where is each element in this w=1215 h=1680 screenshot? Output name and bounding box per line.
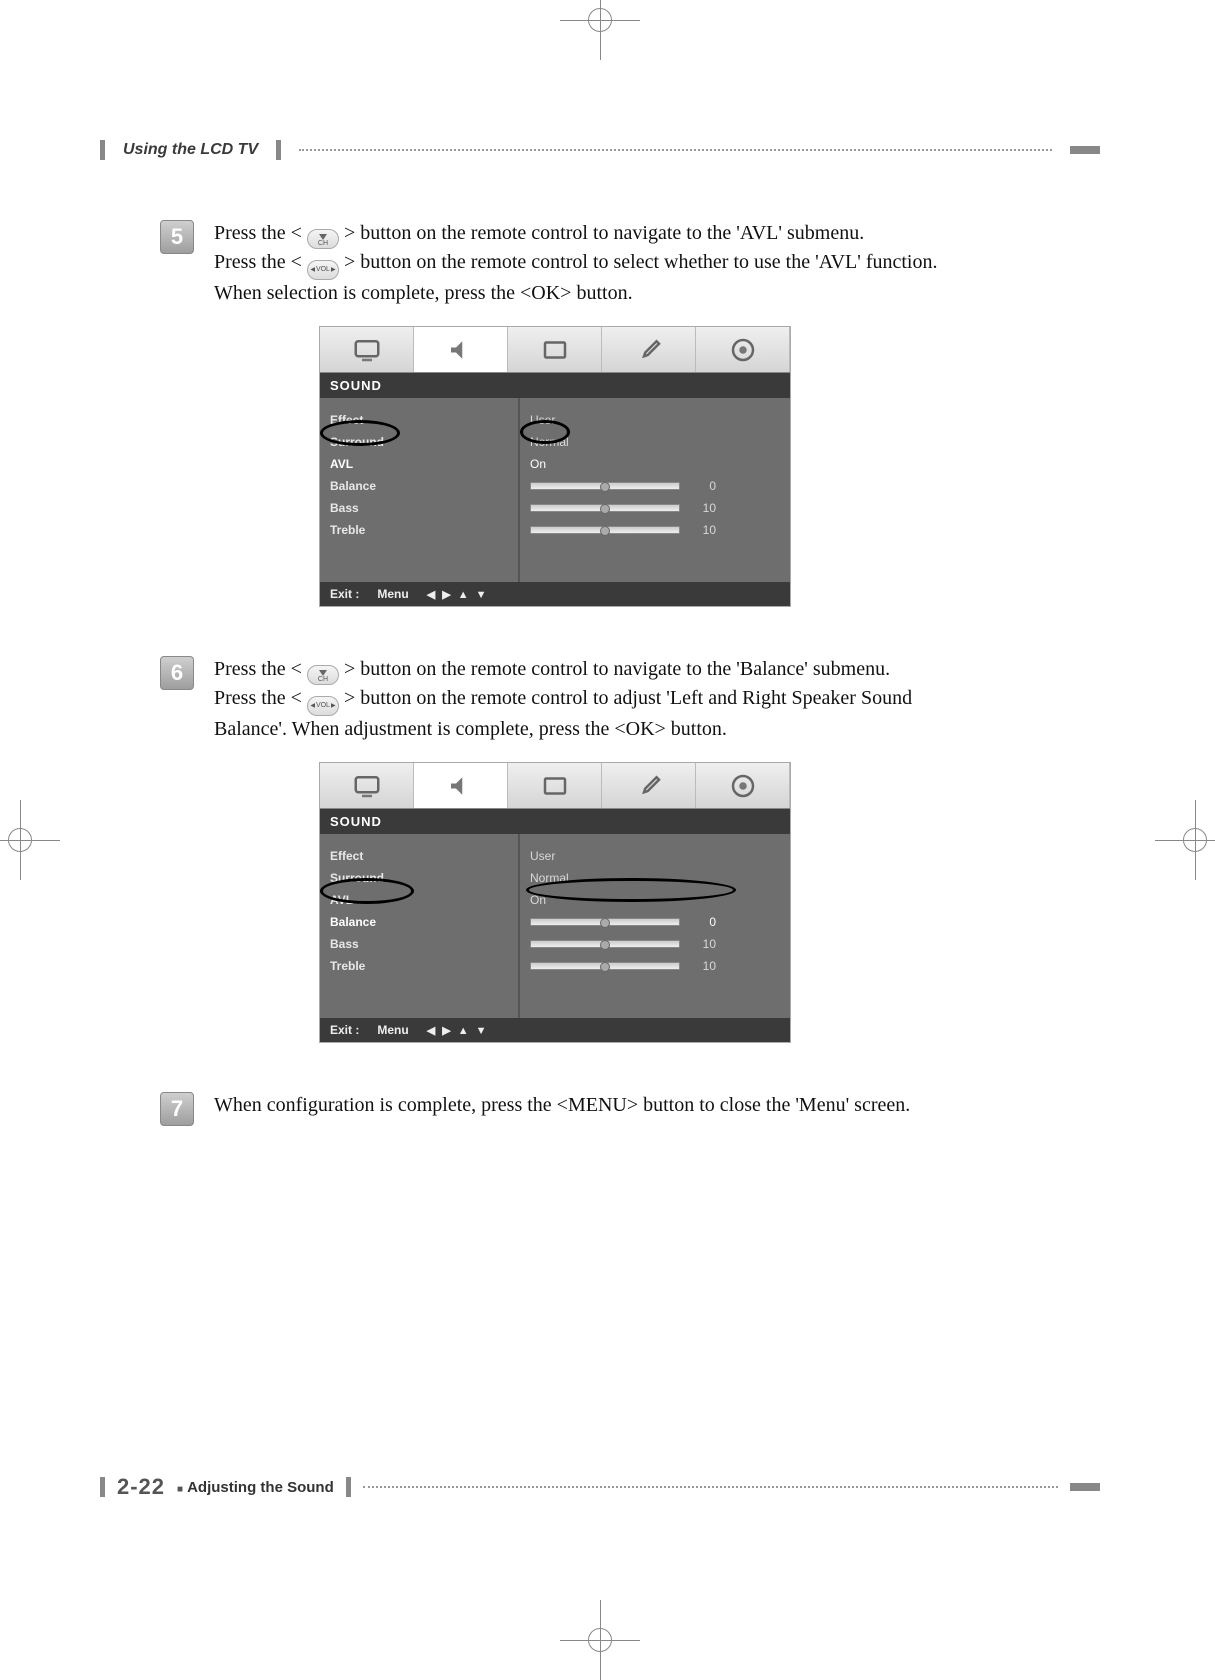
header-end-box <box>1070 146 1100 154</box>
crop-mark-right <box>1155 800 1215 880</box>
step-5: 5 Press the < CH > button on the remote … <box>160 220 1100 307</box>
osd-title: SOUND <box>320 373 790 398</box>
header-dotted-rule <box>299 149 1052 151</box>
osd-screenshot-balance: SOUND Effect Surround AVL Balance Bass T… <box>320 763 790 1042</box>
osd-slider-bass <box>530 504 680 512</box>
osd-item-avl-selected: AVL <box>330 457 508 471</box>
osd-title: SOUND <box>320 809 790 834</box>
crop-mark-left <box>0 800 60 880</box>
osd-footer-exit: Exit : <box>330 587 359 601</box>
vol-left-right-icon: VOL <box>307 696 339 716</box>
header-bar-left <box>100 140 105 160</box>
osd-value-effect: User <box>530 413 640 427</box>
footer-bar-left <box>100 1477 105 1497</box>
osd-tab-channel-icon <box>508 327 602 372</box>
step-5-line2a: Press the < <box>214 251 302 273</box>
osd-footer-arrows-icon: ◀ ▶ ▲ ▼ <box>427 1024 489 1037</box>
osd-num-balance: 0 <box>690 915 716 929</box>
osd-item-balance: Balance <box>330 479 508 493</box>
osd-tab-bar <box>320 327 790 373</box>
osd-item-bass: Bass <box>330 937 508 951</box>
osd-tab-setup-icon <box>602 763 696 808</box>
step-6-line1b: > button on the remote control to naviga… <box>344 658 890 680</box>
step-7-number: 7 <box>160 1092 194 1126</box>
osd-footer-menu: Menu <box>377 1023 408 1037</box>
header-bar-right <box>276 140 281 160</box>
step-5-line2b: > button on the remote control to select… <box>344 251 938 273</box>
step-6: 6 Press the < CH > button on the remote … <box>160 656 1100 743</box>
osd-item-surround: Surround <box>330 871 508 885</box>
crop-mark-top <box>560 0 640 60</box>
crop-mark-bottom <box>560 1600 640 1680</box>
footer-end-box <box>1070 1483 1100 1491</box>
vol-left-right-icon: VOL <box>307 260 339 280</box>
step-7: 7 When configuration is complete, press … <box>160 1092 1100 1126</box>
step-6-line3: Balance'. When adjustment is complete, p… <box>214 718 727 740</box>
osd-tab-picture-icon <box>320 763 414 808</box>
osd-footer-exit: Exit : <box>330 1023 359 1037</box>
osd-num-bass: 10 <box>690 937 716 951</box>
osd-slider-treble <box>530 526 680 534</box>
page-header: Using the LCD TV <box>100 140 1100 160</box>
header-section-label: Using the LCD TV <box>123 141 258 159</box>
osd-item-effect: Effect <box>330 849 508 863</box>
footer-section-label: Adjusting the Sound <box>187 1479 334 1496</box>
osd-item-treble: Treble <box>330 523 508 537</box>
ch-down-icon: CH <box>307 229 339 249</box>
osd-item-balance-selected: Balance <box>330 915 508 929</box>
osd-item-treble: Treble <box>330 959 508 973</box>
osd-slider-balance <box>530 918 680 926</box>
osd-tab-setup-icon <box>602 327 696 372</box>
osd-tab-picture-icon <box>320 327 414 372</box>
osd-item-surround: Surround <box>330 435 508 449</box>
ch-down-icon: CH <box>307 665 339 685</box>
osd-slider-bass <box>530 940 680 948</box>
step-5-number: 5 <box>160 220 194 254</box>
osd-num-treble: 10 <box>690 523 716 537</box>
osd-item-effect: Effect <box>330 413 508 427</box>
osd-tab-channel-icon <box>508 763 602 808</box>
osd-tab-bar <box>320 763 790 809</box>
osd-item-avl: AVL <box>330 893 508 907</box>
step-6-number: 6 <box>160 656 194 690</box>
step-6-line2a: Press the < <box>214 687 302 709</box>
osd-num-bass: 10 <box>690 501 716 515</box>
footer-dotted-rule <box>363 1486 1058 1488</box>
step-5-line1a: Press the < <box>214 222 302 244</box>
footer-page-number: 2-22 <box>117 1474 165 1500</box>
step-5-line1b: > button on the remote control to naviga… <box>344 222 864 244</box>
osd-screenshot-avl: SOUND Effect Surround AVL Balance Bass T… <box>320 327 790 606</box>
step-7-text: When configuration is complete, press th… <box>214 1094 910 1116</box>
osd-tab-sound-icon <box>414 763 508 808</box>
step-6-line2b: > button on the remote control to adjust… <box>344 687 912 709</box>
step-6-line1a: Press the < <box>214 658 302 680</box>
osd-tab-antenna-icon <box>696 763 790 808</box>
osd-value-effect: User <box>530 849 640 863</box>
osd-num-treble: 10 <box>690 959 716 973</box>
osd-num-balance: 0 <box>690 479 716 493</box>
osd-value-surround: Normal <box>530 871 640 885</box>
osd-item-bass: Bass <box>330 501 508 515</box>
osd-footer-arrows-icon: ◀ ▶ ▲ ▼ <box>427 588 489 601</box>
osd-value-surround: Normal <box>530 435 640 449</box>
footer-bar-right <box>346 1477 351 1497</box>
osd-tab-sound-icon <box>414 327 508 372</box>
page-footer: 2-22 ■Adjusting the Sound <box>100 1474 1100 1500</box>
osd-slider-treble <box>530 962 680 970</box>
osd-tab-antenna-icon <box>696 327 790 372</box>
osd-footer-menu: Menu <box>377 587 408 601</box>
step-5-line3: When selection is complete, press the <O… <box>214 282 633 304</box>
osd-slider-balance <box>530 482 680 490</box>
osd-value-avl: On <box>530 457 640 471</box>
osd-value-avl: On <box>530 893 640 907</box>
